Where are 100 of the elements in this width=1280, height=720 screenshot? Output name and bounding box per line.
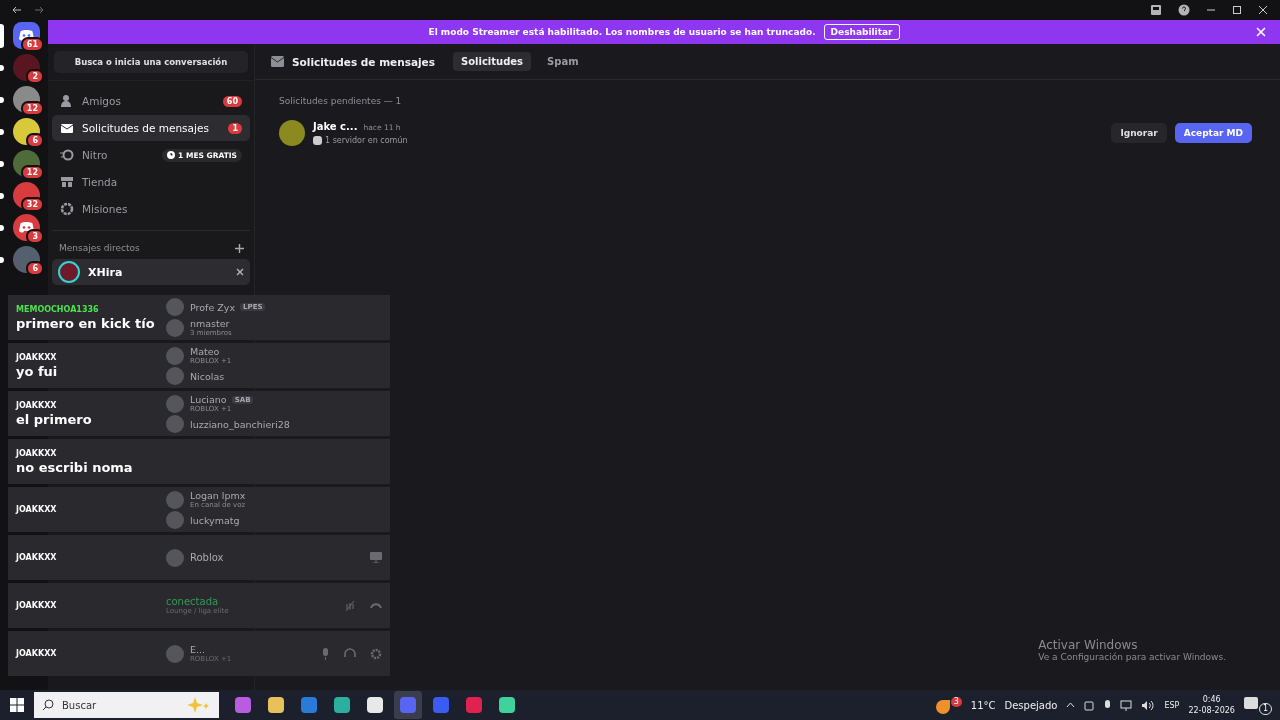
unread-badge: 6 xyxy=(26,261,44,276)
dm-name[interactable]: Mateo xyxy=(190,346,220,357)
unread-badge: 12 xyxy=(20,101,44,116)
speaker-icon[interactable] xyxy=(1141,699,1156,711)
dm-name[interactable]: Nicolas xyxy=(190,370,225,382)
settings-icon[interactable] xyxy=(370,647,382,660)
chat-username: JOAKKXX xyxy=(16,448,58,458)
unread-badge: 32 xyxy=(20,197,44,212)
close-icon[interactable] xyxy=(236,268,244,276)
dm-name[interactable]: luckymatg xyxy=(190,514,240,526)
server-icon xyxy=(313,136,322,145)
voice-status: conectada xyxy=(166,596,220,607)
dm-name[interactable]: Profe Zyx xyxy=(190,301,236,313)
banner-text: El modo Streamer está habilitado. Los nombres de usuario se han truncado. xyxy=(428,27,816,37)
unread-badge: 12 xyxy=(20,165,44,180)
dm-name[interactable]: luzziano_banchieri28 xyxy=(190,418,290,430)
temperature: 11°C xyxy=(970,699,996,711)
nav-item[interactable]: Amigos 60 xyxy=(52,88,250,114)
envelope-icon xyxy=(60,121,74,135)
weather-icon[interactable] xyxy=(935,699,950,714)
avatar-icon xyxy=(166,394,184,413)
unread-badge: 61 xyxy=(20,37,44,52)
dm-name[interactable]: Luciano xyxy=(190,394,227,405)
hang-up-icon[interactable] xyxy=(370,601,382,610)
nav-item[interactable]: Tienda xyxy=(52,169,250,195)
weather-badge: 3 xyxy=(950,696,962,707)
chat-username: JOAKKXX xyxy=(16,601,58,610)
activation-title: Activar Windows xyxy=(1038,638,1139,652)
language-indicator[interactable]: ESP xyxy=(1164,700,1180,710)
plus-icon[interactable] xyxy=(235,243,244,253)
unread-badge: 3 xyxy=(26,229,44,244)
screen-share-icon[interactable] xyxy=(370,552,382,563)
chat-username: JOAKKXX xyxy=(16,553,58,562)
gear-icon xyxy=(60,202,74,216)
chat-message: yo fui xyxy=(16,363,59,379)
chat-username: JOAKKXX xyxy=(16,352,58,362)
ignore-button[interactable]: Ignorar xyxy=(1111,123,1167,143)
clock-icon xyxy=(167,151,176,159)
chat-username: JOAKKXX xyxy=(16,649,58,658)
count-badge: 1 xyxy=(228,122,242,134)
page-title: Solicitudes de mensajes xyxy=(292,55,435,68)
close-icon[interactable] xyxy=(1258,5,1268,15)
unread-badge: 2 xyxy=(26,69,44,84)
taskbar-search[interactable]: Buscar xyxy=(34,692,219,718)
nav-item[interactable]: Solicitudes de mensajes 1 xyxy=(52,115,250,141)
dm-name[interactable]: nmaster xyxy=(190,318,230,329)
avatar-icon xyxy=(166,511,184,529)
help-icon[interactable] xyxy=(1178,4,1190,16)
back-arrow-icon[interactable] xyxy=(12,5,22,15)
avatar-icon xyxy=(166,644,184,663)
tab[interactable]: Spam xyxy=(539,52,587,71)
activation-text: Ve a Configuración para activar Windows. xyxy=(1038,652,1226,662)
section-title: Mensajes directos xyxy=(59,243,140,253)
section-heading: Solicitudes pendientes — 1 xyxy=(279,96,403,106)
envelope-icon xyxy=(271,56,284,67)
forward-arrow-icon[interactable] xyxy=(34,5,44,15)
avatar-icon xyxy=(166,415,184,433)
nav-item[interactable]: Misiones xyxy=(52,196,250,222)
dm-name[interactable]: Logan lpmx xyxy=(190,490,246,501)
noise-icon[interactable] xyxy=(344,599,356,612)
count-badge: 60 xyxy=(222,95,242,107)
disable-button[interactable]: Deshabilitar xyxy=(823,24,900,40)
avatar-icon xyxy=(166,298,184,316)
inbox-icon[interactable] xyxy=(1150,4,1162,16)
maximize-icon[interactable] xyxy=(1232,5,1242,15)
search-icon xyxy=(42,699,54,711)
chat-message: primero en kick tío xyxy=(16,315,156,331)
avatar-icon xyxy=(166,490,184,509)
chat-username: JOAKKXX xyxy=(16,505,58,514)
shop-icon xyxy=(60,175,74,189)
nitro-icon xyxy=(60,148,74,162)
chat-username: MEMOOCHOA1336 xyxy=(16,304,100,314)
avatar-icon xyxy=(279,120,305,146)
headphones-icon[interactable] xyxy=(344,647,356,660)
avatar-icon xyxy=(166,548,184,567)
weather-text: Despejado xyxy=(1004,699,1058,711)
network-icon[interactable] xyxy=(1120,699,1133,711)
windows-start-icon[interactable] xyxy=(10,698,24,712)
avatar-icon xyxy=(166,367,184,385)
chat-username: JOAKKXX xyxy=(16,400,58,410)
mutual-servers: 1 servidor en común xyxy=(325,136,408,145)
unread-badge: 6 xyxy=(26,133,44,148)
chat-message: el primero xyxy=(16,411,93,427)
accept-button[interactable]: Aceptar MD xyxy=(1174,123,1252,143)
person-icon xyxy=(60,94,74,108)
search-button[interactable]: Busca o inicia una conversación xyxy=(54,51,248,73)
user-name: Jake c... xyxy=(313,121,358,132)
dm-item[interactable]: XHira xyxy=(52,259,250,285)
chat-message: no escribi noma xyxy=(16,459,134,475)
avatar-icon xyxy=(166,318,184,337)
activity-name: Roblox xyxy=(190,552,224,563)
clock[interactable]: 0:46 22-08-2026 xyxy=(1188,694,1235,716)
avatar-icon xyxy=(58,261,80,283)
microphone-icon[interactable] xyxy=(1104,699,1112,711)
chevron-up-icon[interactable] xyxy=(1066,702,1076,708)
avatar-icon xyxy=(166,346,184,365)
camera-icon[interactable] xyxy=(1084,699,1096,711)
user-name: E... xyxy=(190,644,207,655)
notification-icon[interactable] xyxy=(1243,697,1258,709)
tab[interactable]: Solicitudes xyxy=(453,52,532,71)
